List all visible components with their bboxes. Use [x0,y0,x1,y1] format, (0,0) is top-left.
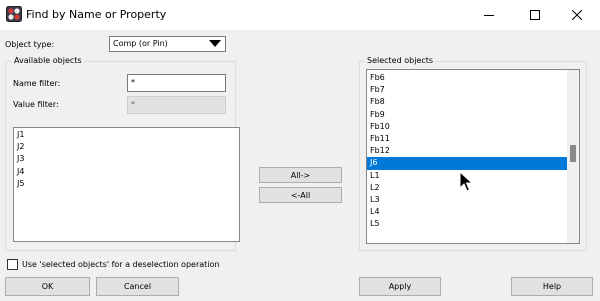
selected-list-item[interactable]: Fb10 [367,121,567,133]
close-button[interactable] [554,0,600,30]
chevron-down-icon [209,40,221,47]
help-button[interactable]: Help [511,277,593,296]
available-objects-legend: Available objects [12,56,84,66]
available-list-item[interactable]: J5 [14,178,239,190]
value-filter-value: * [131,100,135,109]
close-icon [572,10,582,20]
available-list-item[interactable]: J1 [14,129,239,141]
apply-button[interactable]: Apply [359,277,441,296]
available-list-item[interactable]: J2 [14,141,239,153]
deselection-checkbox-label: Use 'selected objects' for a deselection… [22,260,220,269]
ok-button[interactable]: OK [5,277,90,296]
available-list-item[interactable]: J3 [14,153,239,165]
mouse-cursor-icon [459,170,474,193]
selected-list-item[interactable]: L3 [367,194,567,206]
name-filter-value: * [131,78,135,87]
maximize-icon [530,10,540,20]
value-filter-label: Value filter: [13,100,59,109]
scrollbar-thumb[interactable] [570,145,576,162]
maximize-button[interactable] [512,0,558,30]
selected-list-item[interactable]: Fb12 [367,145,567,157]
remove-all-button[interactable]: <-All [259,187,342,203]
selected-objects-legend: Selected objects [365,56,436,66]
object-type-dropdown[interactable]: Comp (or Pin) [109,36,226,52]
app-icon [6,6,22,22]
selected-list-item[interactable]: L5 [367,218,567,230]
available-list-item[interactable]: J4 [14,166,239,178]
selected-list-item[interactable]: L4 [367,206,567,218]
add-all-button[interactable]: All-> [259,167,342,183]
selected-list-item[interactable]: Fb11 [367,133,567,145]
selected-list-item[interactable]: J6 [367,157,567,170]
cancel-button[interactable]: Cancel [96,277,179,296]
selected-list-item[interactable]: Fb9 [367,109,567,121]
selected-list-item[interactable]: Fb6 [367,72,567,84]
object-type-value: Comp (or Pin) [113,39,168,48]
name-filter-label: Name filter: [13,79,61,88]
selected-list-scrollbar[interactable] [567,70,579,243]
selected-list-item[interactable]: Fb7 [367,84,567,96]
window-title: Find by Name or Property [26,8,167,21]
name-filter-input[interactable]: * [127,74,226,92]
selected-list-item[interactable]: Fb8 [367,96,567,108]
deselection-checkbox[interactable] [7,259,18,270]
minimize-icon [484,15,494,16]
selected-objects-list[interactable]: Fb6 Fb7 Fb8 Fb9 Fb10 Fb11 Fb12 J6 L1 L2 L3 L4 L5 [366,69,580,244]
available-objects-list[interactable]: J1 J2 J3 J4 J5 [13,127,240,242]
minimize-button[interactable] [466,0,512,30]
object-type-label: Object type: [5,40,55,49]
value-filter-input: * [127,96,226,114]
